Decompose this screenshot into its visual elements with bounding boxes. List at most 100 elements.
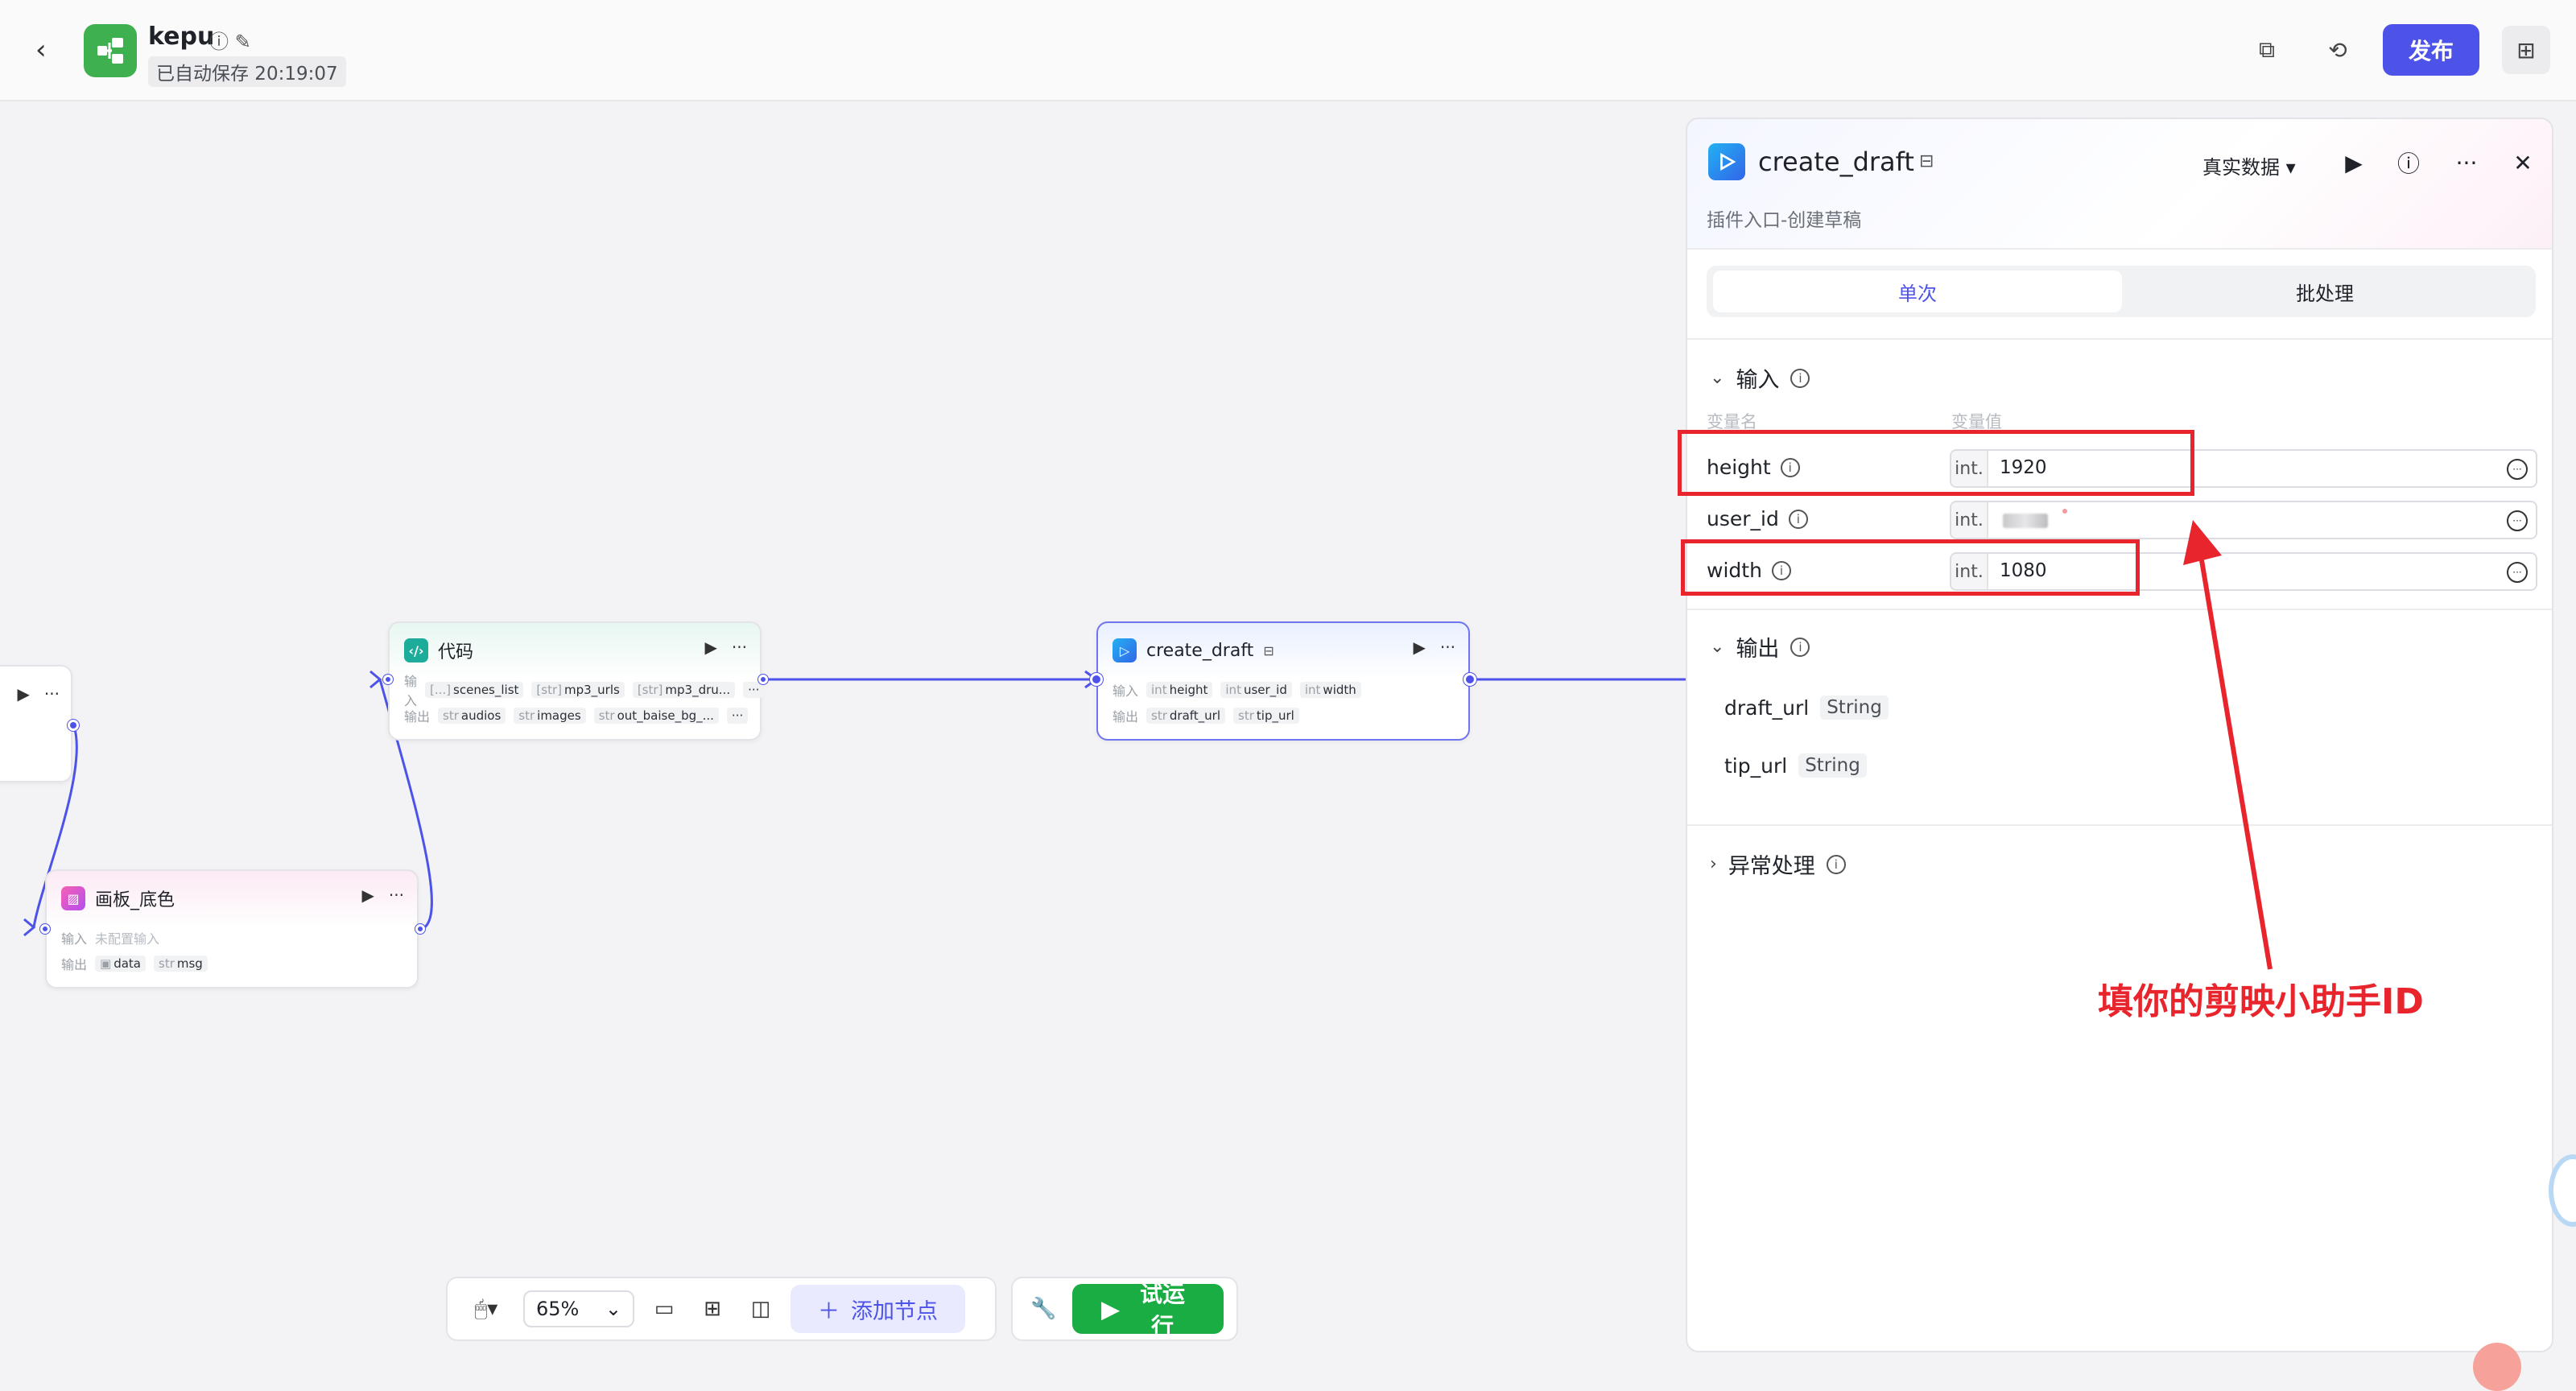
more-icon[interactable]: ··· [2450, 147, 2483, 179]
avatar[interactable] [2473, 1343, 2521, 1391]
plugin-store-icon[interactable]: ⊟ [1919, 151, 1934, 171]
variable-ref-icon[interactable]: ··· [2507, 510, 2528, 531]
image-icon: ▨ [61, 886, 85, 910]
app-logo-icon [84, 24, 137, 77]
input-section-header[interactable]: ⌄ 输入 i [1710, 362, 1810, 394]
variable-ref-icon[interactable]: ··· [2507, 562, 2528, 583]
input-field-row: user_id i int. ··· [1687, 499, 2552, 541]
node-actions: ▶ ··· [1414, 638, 1455, 657]
plugin-play-icon [1708, 143, 1745, 180]
wrench-icon[interactable]: 🔧 [1026, 1290, 1061, 1327]
more-icon[interactable]: ··· [732, 638, 747, 657]
node-output-row: 输出 str audios str images str out_baise_bg_.… [404, 705, 749, 726]
close-icon[interactable]: ✕ [2507, 147, 2539, 179]
app-name: kepu [148, 23, 215, 51]
chevron-right-icon: › [1710, 854, 1717, 874]
output-section-header[interactable]: ⌄ 输出 i [1710, 631, 1810, 662]
tab-single[interactable]: 单次 [1713, 270, 2122, 312]
more-icon[interactable]: ··· [389, 885, 404, 905]
canvas-toolbar: 🖱▾ 65% ⌄ ▭ ⊞ ◫ ＋ 添加节点 [446, 1277, 997, 1341]
output-port[interactable] [1463, 673, 1476, 686]
more-tags-icon[interactable]: ··· [726, 708, 749, 724]
node-detail-panel: create_draft ⊟ 插件入口-创建草稿 真实数据 ▾ ▶ ⓘ ··· … [1686, 118, 2553, 1352]
help-icon[interactable]: ⓘ [2392, 147, 2425, 179]
node-input-row: 输入 int height int user_id int width [1113, 679, 1361, 700]
more-tags-icon[interactable]: ··· [743, 682, 765, 698]
info-icon[interactable]: i [1790, 637, 1810, 657]
chevron-down-icon: ⌄ [1710, 637, 1725, 657]
code-icon: ‹/› [404, 638, 428, 662]
panel-title: create_draft [1758, 147, 1914, 177]
input-port[interactable] [383, 675, 393, 684]
plus-icon: ＋ [818, 1298, 840, 1323]
zoom-select[interactable]: 65% ⌄ [523, 1290, 634, 1327]
output-field-row: draft_url String [1724, 696, 1889, 720]
plugin-store-icon: ⊟ [1263, 642, 1274, 658]
node-title: 代码 [438, 642, 474, 662]
port[interactable] [68, 720, 79, 731]
more-icon[interactable]: ··· [1440, 638, 1455, 657]
input-port[interactable] [1090, 673, 1103, 686]
input-port[interactable] [40, 924, 50, 934]
layout-grid-icon[interactable]: ⊞ [694, 1290, 731, 1327]
test-run-button[interactable]: ▶ 试运行 [1072, 1282, 1224, 1339]
caret-down-icon: ▾ [2285, 156, 2296, 179]
mode-tabs: 单次 批处理 [1707, 266, 2536, 317]
history-icon[interactable]: ⟲ [2320, 32, 2355, 68]
data-mode-select[interactable]: 真实数据 ▾ [2202, 151, 2296, 180]
play-icon[interactable]: ▶ [2338, 147, 2370, 179]
app-name-icons: ⓘ ✎ [209, 26, 251, 54]
output-port[interactable] [415, 924, 425, 934]
info-icon[interactable]: i [1826, 854, 1846, 874]
node-code[interactable]: ‹/› 代码 ▶ ··· 输入 [...] scenes_list [str] mp… [388, 621, 765, 741]
duplicate-icon[interactable]: ⊞ [2502, 26, 2550, 74]
copy-icon[interactable]: ⧉ [2249, 32, 2285, 68]
back-arrow-icon[interactable]: ‹ [35, 35, 61, 64]
publish-button[interactable]: 发布 [2383, 24, 2479, 76]
error-section-header[interactable]: › 异常处理 i [1710, 848, 1846, 880]
highlight-height-field [1678, 430, 2194, 496]
panel-subtitle: 插件入口-创建草稿 [1707, 210, 1862, 231]
plugin-play-icon: ▷ [1113, 638, 1137, 662]
node-create-draft[interactable]: ▷ create_draft ⊟ ▶ ··· 输入 int height int u… [1096, 621, 1470, 741]
add-node-button[interactable]: ＋ 添加节点 [791, 1285, 965, 1333]
autosave-status: 已自动保存 20:19:07 [148, 56, 346, 87]
play-icon[interactable]: ▶ [705, 638, 717, 657]
node-actions: ▶ ··· [18, 684, 60, 704]
comment-icon[interactable]: ▭ [646, 1290, 683, 1327]
play-icon[interactable]: ▶ [18, 684, 30, 704]
node-title: create_draft [1146, 640, 1254, 661]
chevron-down-icon: ⌄ [1710, 368, 1725, 388]
variable-ref-icon[interactable]: ··· [2507, 459, 2528, 480]
minimap-icon[interactable]: ◫ [742, 1290, 779, 1327]
node-canvas-bg[interactable]: ▨ 画板_底色 ▶ ··· 输入 未配置输入 输出 ▣ data str msg [45, 869, 419, 989]
more-icon[interactable]: ··· [44, 684, 60, 704]
user-id-input[interactable]: int. ··· [1950, 501, 2537, 539]
node-input-row: 输入 [...] scenes_list [str] mp3_urls [str] m… [404, 674, 765, 708]
node-actions: ▶ ··· [705, 638, 747, 657]
chevron-down-icon: ⌄ [605, 1298, 621, 1320]
info-icon[interactable]: i [1790, 368, 1810, 388]
panel-header: create_draft ⊟ 插件入口-创建草稿 真实数据 ▾ ▶ ⓘ ··· … [1687, 119, 2552, 250]
play-icon[interactable]: ▶ [362, 885, 374, 905]
highlight-width-field [1681, 539, 2140, 596]
tab-batch[interactable]: 批处理 [2120, 270, 2529, 312]
top-bar: ‹ kepu ⓘ ✎ 已自动保存 20:19:07 ⧉ ⟲ 发布 ⊞ [0, 0, 2576, 101]
mouse-mode-icon[interactable]: 🖱▾ [460, 1290, 512, 1327]
node-output-row: 输出 str draft_url str tip_url [1113, 705, 1299, 726]
edit-icon[interactable]: ✎ [235, 31, 251, 53]
redacted-value [2003, 514, 2048, 528]
play-icon[interactable]: ▶ [1414, 638, 1426, 657]
run-toolbar: 🔧 ▶ 试运行 [1011, 1277, 1238, 1341]
annotation-text: 填你的剪映小助手ID [2098, 981, 2424, 1022]
output-field-row: tip_url String [1724, 753, 1867, 778]
node-title: 画板_底色 [95, 890, 175, 910]
node-actions: ▶ ··· [362, 885, 404, 905]
info-icon[interactable]: ⓘ [209, 31, 229, 53]
node-input-row: 输入 未配置输入 [61, 931, 160, 947]
output-port[interactable] [758, 675, 768, 684]
partial-node-left[interactable]: ▶ ··· [0, 665, 72, 782]
info-icon[interactable]: i [1788, 509, 1808, 529]
node-output-row: 输出 ▣ data str msg [61, 953, 208, 974]
play-icon: ▶ [1101, 1296, 1119, 1322]
